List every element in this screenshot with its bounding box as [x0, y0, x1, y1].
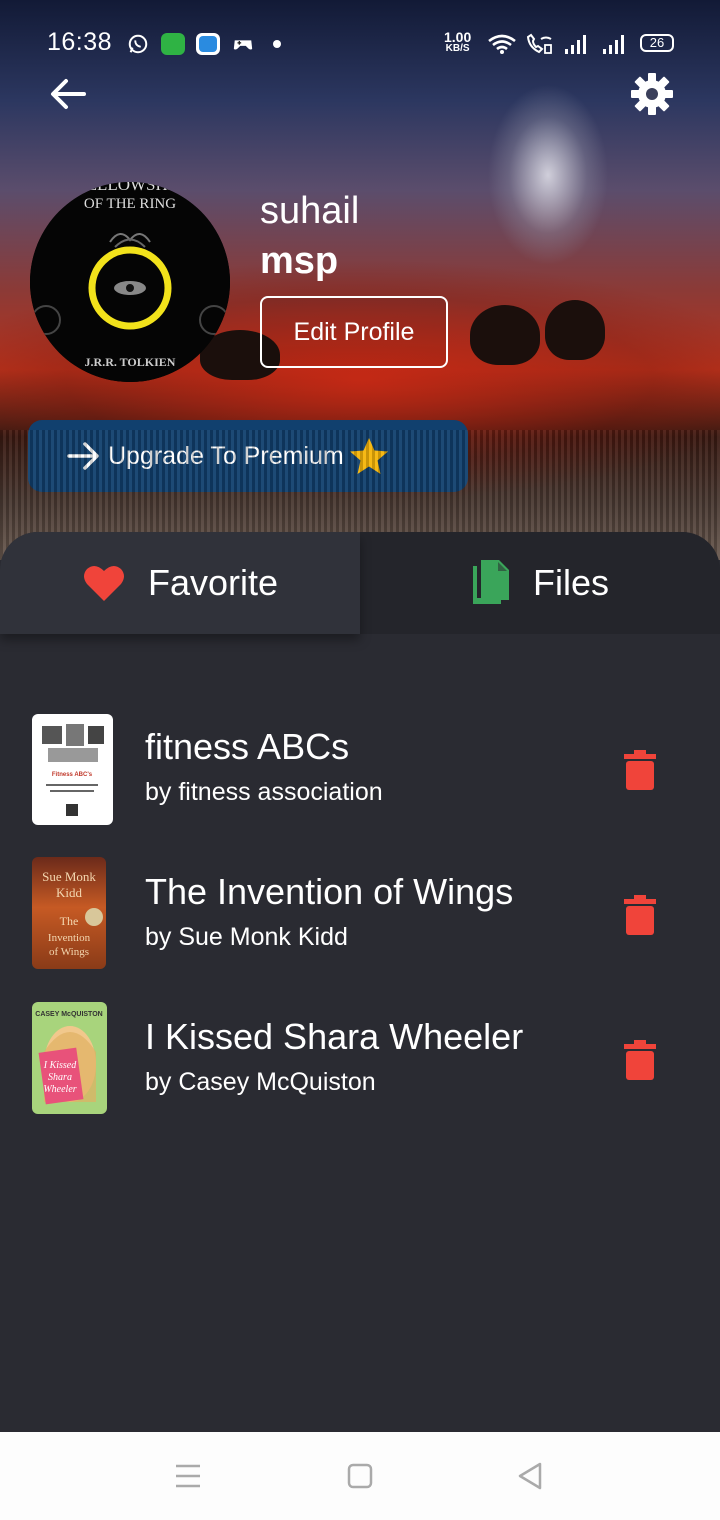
file-copy-icon: [472, 560, 509, 604]
book-cover: CASEY McQUISTON I Kissed Shara Wheeler: [32, 1002, 107, 1114]
avatar-text-bottom: J.R.R. TOLKIEN: [85, 355, 176, 369]
profile-header-background: 16:38 1.00 KB/S 26 FELLOWSHIP OF THE RIN…: [0, 0, 720, 560]
tab-files-label: Files: [532, 562, 609, 603]
wifi-icon: [488, 34, 516, 54]
cover-title-line2: Shara: [48, 1072, 72, 1083]
network-speed-unit: KB/S: [445, 43, 470, 54]
list-item[interactable]: Sue Monk Kidd The Invention of Wings The…: [0, 857, 720, 977]
list-item[interactable]: CASEY McQUISTON I Kissed Shara Wheeler I…: [0, 1002, 720, 1122]
heart-icon: [83, 565, 124, 601]
app-blue-icon: [196, 33, 220, 55]
trash-icon[interactable]: [624, 750, 656, 790]
book-author: by fitness association: [145, 778, 383, 806]
status-bar: 16:38 1.00 KB/S 26: [0, 0, 720, 88]
upgrade-premium-button[interactable]: Upgrade To Premium: [28, 420, 468, 492]
cover-author-line1: Sue Monk: [42, 869, 96, 884]
first-name: suhail: [260, 190, 360, 232]
cover-title-line3: of Wings: [49, 946, 89, 958]
tab-favorite-label: Favorite: [147, 562, 279, 603]
cover-title-line1: I Kissed: [43, 1060, 78, 1071]
cover-author-line2: Kidd: [56, 885, 83, 900]
star-icon: [349, 438, 388, 474]
book-author: by Sue Monk Kidd: [145, 923, 348, 951]
network-speed-value: 1.00: [444, 29, 472, 45]
home-icon[interactable]: [344, 1460, 376, 1492]
avatar[interactable]: FELLOWSHIP OF THE RING J.R.R. TOLKIEN: [30, 182, 230, 382]
library-panel: Favorite Files Fitness ABC's fitness ABC…: [0, 532, 720, 1432]
system-navigation-bar: [0, 1432, 720, 1520]
book-title: I Kissed Shara Wheeler: [145, 1016, 524, 1057]
app-green-icon: [161, 33, 185, 55]
arrow-left-icon[interactable]: [46, 72, 90, 116]
list-item[interactable]: Fitness ABC's fitness ABCs by fitness as…: [0, 712, 720, 832]
trash-icon[interactable]: [624, 895, 656, 935]
cover-title-line3: Wheeler: [43, 1084, 76, 1095]
tab-favorite[interactable]: Favorite: [0, 532, 360, 634]
menu-icon[interactable]: [172, 1460, 204, 1492]
cover-title: Fitness ABC's: [52, 772, 93, 778]
tab-files[interactable]: Files: [360, 532, 720, 634]
avatar-text-top: FELLOWSHIP: [77, 182, 183, 194]
book-title: The Invention of Wings: [145, 871, 514, 912]
whatsapp-icon: [128, 34, 148, 54]
edit-profile-button[interactable]: Edit Profile: [260, 296, 448, 368]
cover-title-line1: The: [60, 914, 79, 928]
book-cover: Sue Monk Kidd The Invention of Wings: [32, 857, 106, 969]
back-triangle-icon[interactable]: [514, 1460, 546, 1492]
gear-icon[interactable]: [628, 70, 676, 118]
gamepad-icon: [233, 40, 253, 50]
book-author: by Casey McQuiston: [145, 1068, 376, 1096]
battery-indicator: 26: [640, 34, 674, 52]
arrow-right-icon: [67, 442, 99, 470]
wifi-calling-icon: [526, 33, 552, 54]
signal-icon: [603, 35, 624, 54]
cover-title-line2: Invention: [48, 932, 91, 944]
network-speed: 1.00 KB/S: [444, 29, 472, 55]
book-title: fitness ABCs: [145, 726, 350, 767]
book-cover: Fitness ABC's: [32, 714, 113, 825]
notification-dot: [273, 40, 281, 48]
status-time: 16:38: [47, 28, 113, 56]
avatar-image: FELLOWSHIP OF THE RING J.R.R. TOLKIEN: [30, 182, 230, 382]
trash-icon[interactable]: [624, 1040, 656, 1080]
cover-author: CASEY McQUISTON: [35, 1011, 102, 1018]
last-name: msp: [260, 240, 339, 282]
upgrade-premium-label: Upgrade To Premium: [108, 441, 344, 470]
avatar-text-mid: OF THE RING: [84, 196, 176, 212]
signal-icon: [565, 35, 586, 54]
